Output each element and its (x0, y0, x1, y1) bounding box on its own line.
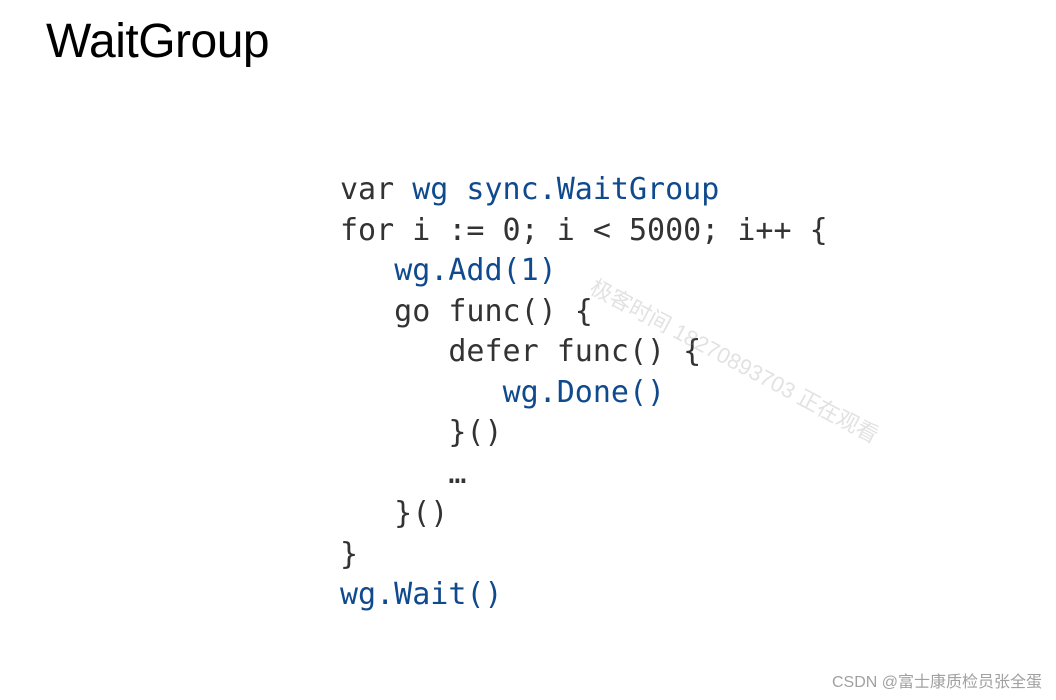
code-line-7: }() (340, 415, 503, 450)
code-block: var wg sync.WaitGroup for i := 0; i < 50… (340, 170, 828, 616)
code-line-1-keyword: var (340, 172, 412, 207)
slide-title: WaitGroup (46, 14, 269, 69)
code-line-2: for i := 0; i < 5000; i++ { (340, 213, 828, 248)
code-line-6-indent (340, 375, 503, 410)
code-line-8: … (340, 456, 466, 491)
code-line-6-call: wg.Done() (503, 375, 666, 410)
code-line-9: }() (340, 496, 448, 531)
code-line-5: defer func() { (340, 334, 701, 369)
code-line-4: go func() { (340, 294, 593, 329)
code-line-3-call: wg.Add(1) (394, 253, 557, 288)
code-line-11: wg.Wait() (340, 577, 503, 612)
watermark-footer: CSDN @富士康质检员张全蛋 (832, 668, 1042, 692)
code-line-3-indent (340, 253, 394, 288)
code-line-1-ident: wg sync.WaitGroup (412, 172, 719, 207)
code-line-10: } (340, 537, 358, 572)
